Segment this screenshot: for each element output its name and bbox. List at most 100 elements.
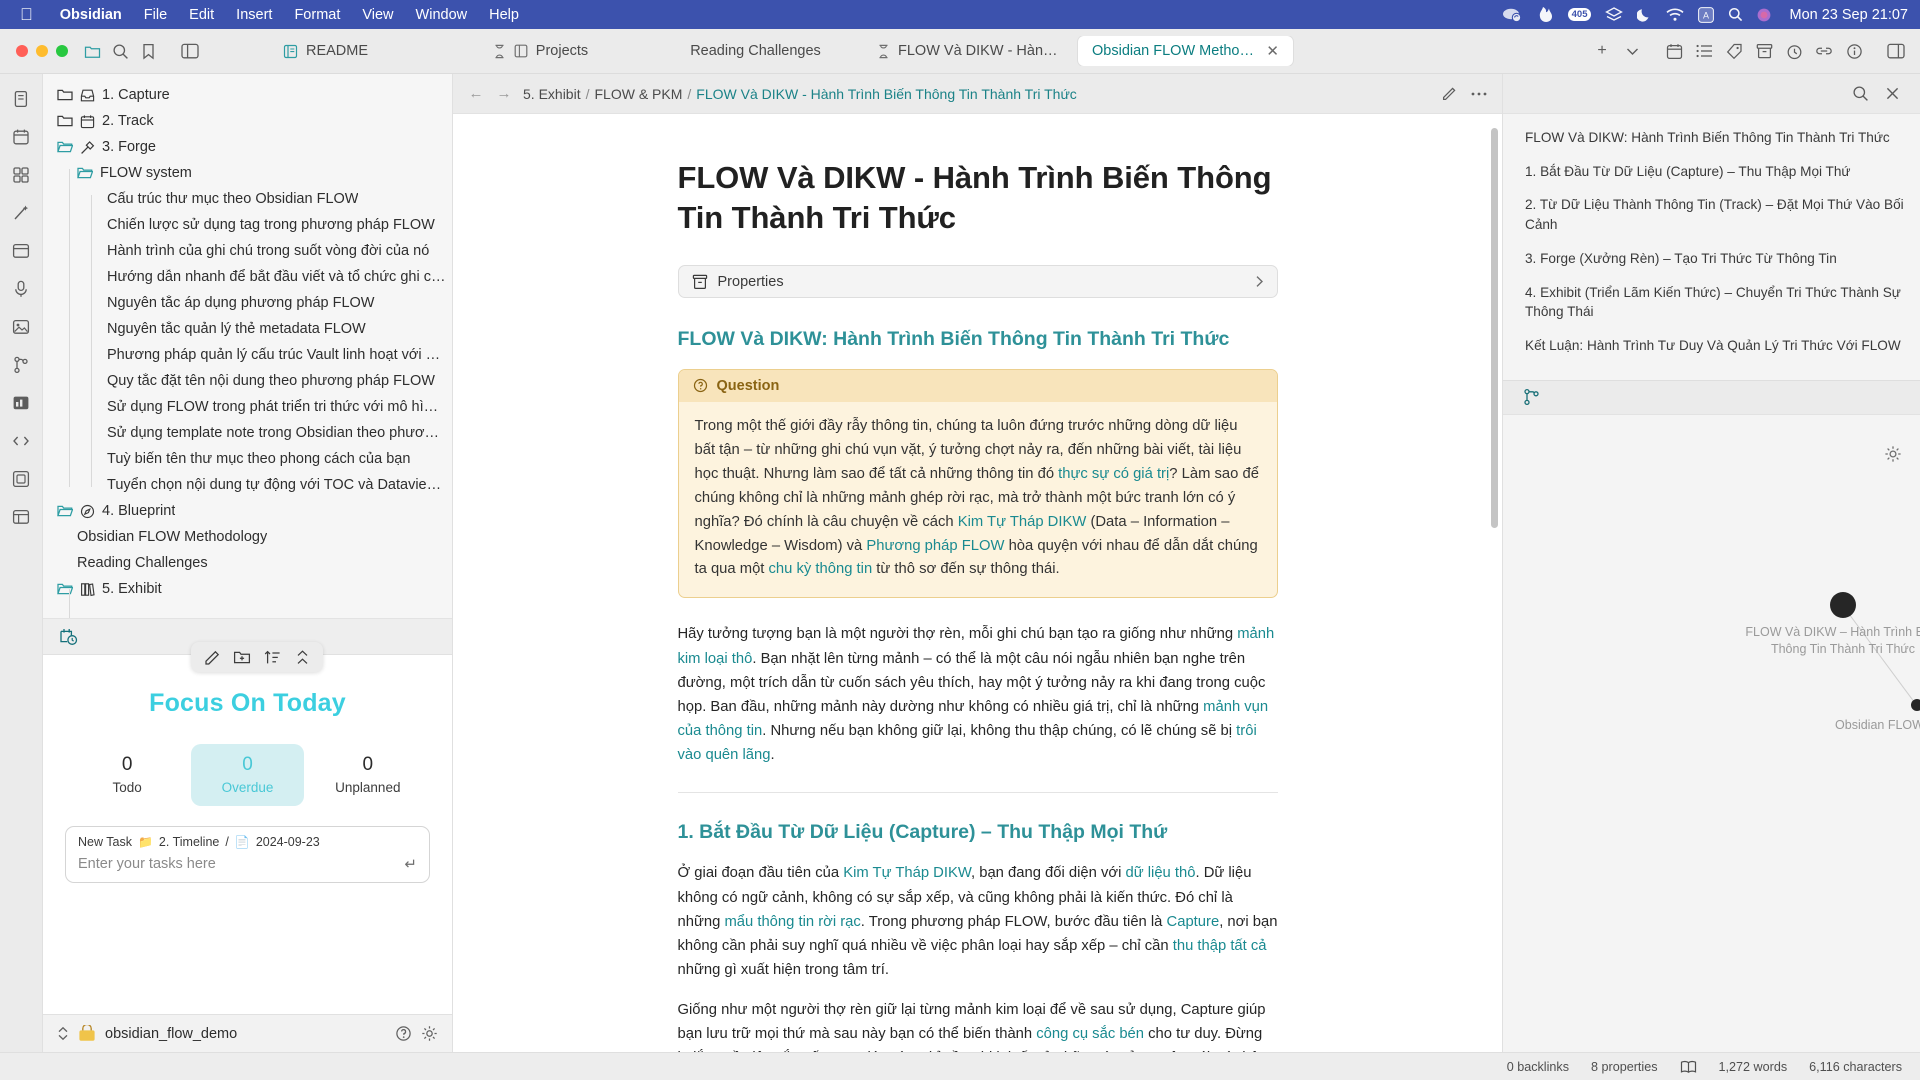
breadcrumb-current[interactable]: FLOW Và DIKW - Hành Trình Biến Thông Tin… — [696, 86, 1077, 102]
file-tree-folder[interactable]: 3. Forge — [55, 134, 446, 160]
file-tree-folder[interactable]: 1. Capture — [55, 82, 446, 108]
properties-section[interactable]: Properties — [678, 265, 1278, 298]
bookmark-icon[interactable] — [134, 37, 162, 65]
menu-item-help[interactable]: Help — [478, 7, 530, 23]
tab-list-icon[interactable] — [1618, 37, 1646, 65]
outline-list[interactable]: FLOW Và DIKW: Hành Trình Biến Thông Tin … — [1503, 114, 1920, 380]
file-tree-note[interactable]: Reading Challenges — [55, 550, 446, 576]
folder-closed-icon[interactable] — [57, 88, 73, 102]
daily-note-icon[interactable] — [1660, 37, 1688, 65]
folder-open-icon[interactable] — [57, 582, 73, 596]
git-branch-icon[interactable] — [8, 352, 34, 378]
internal-link[interactable]: chu kỳ thông tin — [769, 561, 873, 577]
sort-icon[interactable] — [259, 645, 285, 669]
tab-projects[interactable]: Projects — [433, 36, 648, 66]
toggle-left-sidebar-icon[interactable] — [176, 37, 204, 65]
tag-icon[interactable] — [1720, 37, 1748, 65]
gear-icon[interactable] — [421, 1025, 438, 1042]
close-window-button[interactable] — [16, 45, 28, 57]
microphone-icon[interactable] — [8, 276, 34, 302]
internal-link[interactable]: Phương pháp FLOW — [866, 538, 1004, 554]
help-circle-icon[interactable] — [395, 1025, 412, 1042]
siri-icon[interactable] — [1757, 8, 1771, 22]
file-tree-note[interactable]: Quy tắc đặt tên nội dung theo phương phá… — [55, 368, 446, 394]
chevron-expand-icon[interactable] — [57, 1026, 69, 1041]
new-tab-icon[interactable]: + — [1588, 37, 1616, 65]
menu-item-insert[interactable]: Insert — [225, 7, 283, 23]
gear-icon[interactable] — [1884, 445, 1902, 463]
file-tree-note[interactable]: Hành trình của ghi chú trong suốt vòng đ… — [55, 238, 446, 264]
wifi-icon[interactable] — [1666, 8, 1684, 22]
stat-todo[interactable]: 0 Todo — [71, 744, 183, 806]
stat-unplanned[interactable]: 0 Unplanned — [312, 744, 424, 806]
outline-list-icon[interactable] — [1690, 37, 1718, 65]
word-count[interactable]: 1,272 words — [1719, 1060, 1788, 1074]
graph-icon[interactable] — [1523, 388, 1540, 406]
control-center-icon[interactable] — [1605, 7, 1623, 23]
menu-item-view[interactable]: View — [351, 7, 404, 23]
tab-reading-challenges[interactable]: Reading Challenges — [648, 36, 863, 66]
search-icon[interactable] — [106, 37, 134, 65]
menu-item-obsidian[interactable]: Obsidian — [49, 7, 133, 23]
enter-arrow-icon[interactable]: ↵ — [404, 855, 417, 873]
character-count[interactable]: 6,116 characters — [1809, 1060, 1902, 1074]
calendar-clock-icon[interactable] — [59, 627, 78, 646]
flame-icon[interactable] — [1538, 6, 1554, 23]
tab-readme[interactable]: README — [218, 36, 433, 66]
keyboard-layout-icon[interactable]: A — [1698, 7, 1714, 23]
internal-link[interactable]: Kim Tự Tháp DIKW — [843, 865, 971, 881]
image-icon[interactable] — [8, 314, 34, 340]
close-icon[interactable] — [1885, 86, 1900, 101]
info-icon[interactable] — [1840, 37, 1868, 65]
maximize-window-button[interactable] — [56, 45, 68, 57]
files-icon[interactable] — [8, 86, 34, 112]
toggle-right-sidebar-icon[interactable] — [1882, 37, 1910, 65]
menu-bar-clock[interactable]: Mon 23 Sep 21:07 — [1789, 7, 1908, 23]
file-tree-folder[interactable]: 2. Track — [55, 108, 446, 134]
internal-link[interactable]: thực sự có giá trị — [1058, 466, 1169, 482]
file-tree-note[interactable]: Sử dụng template note trong Obsidian the… — [55, 420, 446, 446]
file-tree-note[interactable]: Sử dụng FLOW trong phát triển tri thức v… — [55, 394, 446, 420]
file-tree-folder[interactable]: 4. Blueprint — [55, 498, 446, 524]
spotlight-search-icon[interactable] — [1728, 7, 1743, 22]
internal-link[interactable]: dữ liệu thô — [1126, 865, 1196, 881]
arrow-right-icon[interactable]: → — [495, 85, 513, 102]
stat-overdue[interactable]: 0 Overdue — [191, 744, 303, 806]
calendar-icon[interactable] — [8, 124, 34, 150]
new-task-input[interactable]: Enter your tasks here — [78, 856, 417, 872]
vault-name[interactable]: obsidian_flow_demo — [105, 1026, 386, 1042]
new-task-card[interactable]: New Task 📁 2. Timeline / 📄 2024-09-23 En… — [65, 826, 430, 883]
internal-link[interactable]: mẩu thông tin rời rạc — [724, 914, 860, 930]
file-explorer[interactable]: 1. Capture2. Track3. ForgeFLOW systemCấu… — [43, 74, 452, 619]
internal-link[interactable]: công cụ sắc bén — [1036, 1026, 1144, 1042]
collapse-icon[interactable] — [289, 645, 315, 669]
internal-link[interactable]: Capture — [1167, 914, 1220, 930]
apple-menu-icon[interactable]:  — [20, 6, 33, 23]
more-horizontal-icon[interactable] — [1470, 91, 1488, 97]
cloud-sync-icon[interactable] — [1502, 7, 1524, 23]
new-note-icon[interactable] — [199, 645, 225, 669]
properties-count[interactable]: 8 properties — [1591, 1060, 1658, 1074]
local-graph-canvas[interactable]: FLOW Và DIKW – Hành Trình Biến Thông Tin… — [1503, 415, 1920, 1052]
internal-link[interactable]: Kim Tự Tháp DIKW — [958, 514, 1087, 530]
file-tree-note[interactable]: Tuỳ biến tên thư mục theo phong cách của… — [55, 446, 446, 472]
file-tree-note[interactable]: Tuyển chọn nội dung tự động với TOC và D… — [55, 472, 446, 498]
folder-open-icon[interactable] — [57, 140, 73, 154]
internal-link[interactable]: thu thập tất cả — [1173, 938, 1267, 954]
menu-item-file[interactable]: File — [133, 7, 178, 23]
new-folder-icon[interactable] — [229, 645, 255, 669]
minimize-window-button[interactable] — [36, 45, 48, 57]
graph-node[interactable] — [1911, 699, 1920, 711]
pencil-icon[interactable] — [1441, 85, 1458, 102]
magic-wand-icon[interactable] — [8, 200, 34, 226]
chart-icon[interactable] — [8, 390, 34, 416]
timer-icon[interactable] — [1780, 37, 1808, 65]
breadcrumb-part-exhibit[interactable]: 5. Exhibit — [523, 86, 581, 102]
reading-mode-indicator[interactable] — [1680, 1060, 1697, 1074]
file-tree-note[interactable]: Nguyên tắc quản lý thẻ metadata FLOW — [55, 316, 446, 342]
folder-open-icon[interactable] — [77, 166, 93, 180]
close-tab-icon[interactable]: ✕ — [1266, 42, 1279, 60]
file-tree-note[interactable]: Obsidian FLOW Methodology — [55, 524, 446, 550]
folder-closed-icon[interactable] — [57, 114, 73, 128]
archive-icon[interactable] — [1750, 37, 1778, 65]
